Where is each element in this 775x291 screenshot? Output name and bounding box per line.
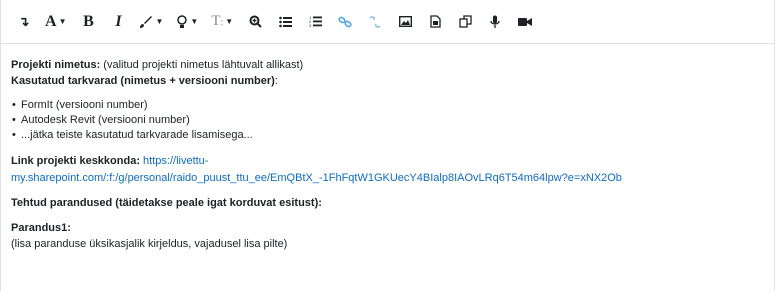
highlight-button[interactable]: ▼ — [176, 10, 198, 34]
software-colon: : — [274, 75, 278, 87]
image-button[interactable] — [396, 10, 414, 34]
fixes-heading: Tehtud parandused (täidetakse peale igat… — [11, 196, 774, 210]
text-editor: ↴ A ▼ B I ▼ ▼ T: ▼ 123 Projekti nimetus:… — [0, 0, 775, 291]
link-line-2: my.sharepoint.com/:f:/g/personal/raido_p… — [11, 171, 774, 185]
font-icon: A — [45, 12, 57, 30]
media-button[interactable] — [426, 10, 444, 34]
unordered-list-button[interactable] — [276, 10, 294, 34]
zoom-icon — [249, 15, 262, 28]
copy-icon — [459, 15, 472, 28]
unlink-icon — [369, 15, 381, 28]
microphone-icon — [490, 15, 500, 28]
bold-button[interactable]: B — [79, 10, 97, 34]
chevron-down-icon: ▼ — [225, 17, 234, 26]
project-name-text: (valitud projekti nimetus lähtuvalt alli… — [100, 59, 304, 71]
copy-button[interactable] — [456, 10, 474, 34]
italic-icon: I — [115, 12, 122, 30]
media-icon — [430, 15, 441, 28]
italic-button[interactable]: I — [109, 10, 127, 34]
text-size-icon: T: — [211, 13, 224, 29]
fix1-label-text: Parandus1: — [11, 222, 71, 234]
ordered-list-button[interactable]: 123 — [306, 10, 324, 34]
zoom-button[interactable] — [246, 10, 264, 34]
link-icon — [338, 16, 352, 27]
software-label: Kasutatud tarkvarad (nimetus + versiooni… — [11, 75, 275, 87]
chevron-down-icon: ▼ — [58, 17, 67, 26]
project-name-label: Projekti nimetus: — [11, 59, 101, 71]
paragraph-icon[interactable]: ↴ — [15, 10, 33, 34]
fix1-label: Parandus1: — [11, 221, 774, 235]
image-icon — [398, 16, 412, 27]
fixes-heading-text: Tehtud parandused (täidetakse peale igat… — [11, 197, 322, 209]
chevron-down-icon: ▼ — [190, 17, 199, 26]
link-button[interactable] — [336, 10, 354, 34]
project-name-line: Projekti nimetus: (valitud projekti nime… — [11, 58, 774, 72]
list-item: ...jätka teiste kasutatud tarkvarade lis… — [11, 128, 774, 143]
font-color-button[interactable]: A ▼ — [45, 10, 66, 34]
fix1-text: (lisa paranduse üksikasjalik kirjeldus, … — [11, 238, 288, 250]
chevron-down-icon: ▼ — [155, 17, 164, 26]
list-item: FormIt (versiooni number) — [11, 98, 774, 113]
unlink-button[interactable] — [366, 10, 384, 34]
editor-content[interactable]: Projekti nimetus: (valitud projekti nime… — [1, 44, 774, 251]
project-link-continued[interactable]: my.sharepoint.com/:f:/g/personal/raido_p… — [11, 172, 622, 184]
software-heading: Kasutatud tarkvarad (nimetus + versiooni… — [11, 74, 774, 88]
brush-button[interactable]: ▼ — [139, 10, 163, 34]
video-icon — [518, 17, 533, 26]
software-list: FormIt (versiooni number) Autodesk Revit… — [11, 98, 774, 143]
link-line: Link projekti keskkonda: https://livettu… — [11, 154, 774, 168]
link-label: Link projekti keskkonda: — [11, 155, 140, 167]
brush-icon — [140, 15, 153, 28]
list-item: Autodesk Revit (versiooni number) — [11, 113, 774, 128]
project-link[interactable]: https://livettu- — [143, 155, 208, 167]
unordered-list-icon — [278, 16, 292, 27]
text-size-button[interactable]: T: ▼ — [211, 10, 233, 34]
editor-toolbar: ↴ A ▼ B I ▼ ▼ T: ▼ 123 — [1, 0, 774, 44]
ordered-list-icon: 123 — [309, 15, 322, 28]
lightbulb-icon — [177, 14, 188, 28]
svg-text:3: 3 — [309, 23, 312, 28]
video-button[interactable] — [516, 10, 534, 34]
microphone-button[interactable] — [486, 10, 504, 34]
bold-icon: B — [83, 12, 94, 30]
